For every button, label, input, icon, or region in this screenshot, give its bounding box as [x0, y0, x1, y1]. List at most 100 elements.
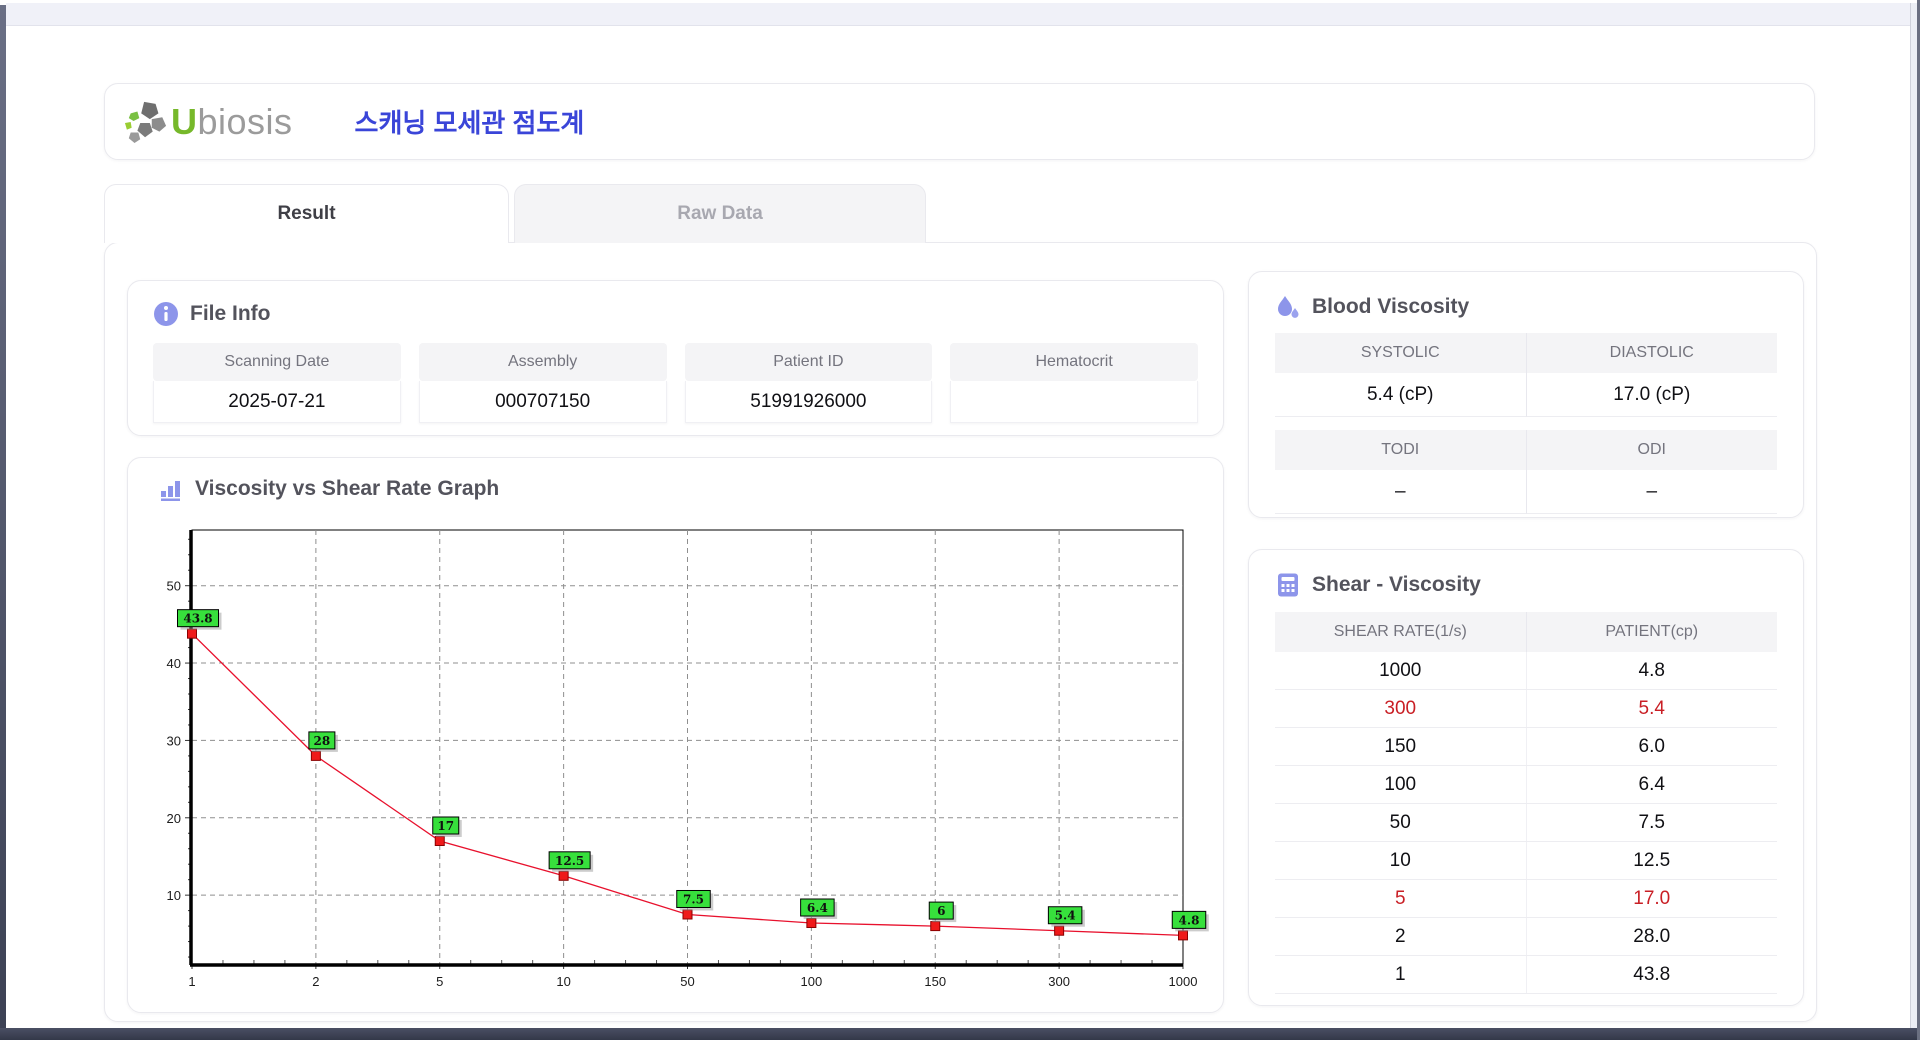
blood-viscosity-value-cell: 17.0 (cP) — [1526, 373, 1778, 417]
blood-viscosity-value-cell: – — [1526, 470, 1778, 514]
window-bottom-edge — [0, 1028, 1920, 1040]
graph-title: Viscosity vs Shear Rate Graph — [195, 477, 499, 501]
app-header: Ubiosis 스캐닝 모세관 점도계 — [104, 83, 1815, 160]
shear-rate-cell: 150 — [1275, 728, 1526, 765]
y-tick-label: 30 — [167, 733, 181, 748]
table-row: 507.5 — [1275, 804, 1777, 842]
file-info-fields: Scanning Date2025-07-21 Assembly000707150… — [153, 343, 1198, 423]
ubiosis-logo-text: Ubiosis — [171, 101, 293, 143]
data-point-marker — [559, 871, 568, 880]
bar-chart-icon — [158, 476, 184, 502]
shear-rate-cell: 5 — [1275, 880, 1526, 917]
shear-rate-cell: 100 — [1275, 766, 1526, 803]
shear-rate-cell: 300 — [1275, 690, 1526, 727]
file-info-field-label: Assembly — [419, 343, 667, 381]
table-row: 143.8 — [1275, 956, 1777, 994]
patient-viscosity-cell: 6.0 — [1526, 728, 1778, 765]
tab-result[interactable]: Result — [104, 184, 509, 243]
x-tick-label: 150 — [924, 974, 946, 989]
patient-column-header: PATIENT(cp) — [1526, 612, 1778, 652]
shear-rate-column-header: SHEAR RATE(1/s) — [1275, 612, 1526, 652]
blood-viscosity-header-row: TODIODI — [1275, 430, 1777, 470]
ubiosis-logo: Ubiosis — [123, 100, 293, 144]
patient-viscosity-cell: 6.4 — [1526, 766, 1778, 803]
table-row: 228.0 — [1275, 918, 1777, 956]
blood-drop-icon — [1275, 294, 1301, 320]
y-tick-label: 40 — [167, 656, 181, 671]
data-point-marker — [1055, 926, 1064, 935]
patient-viscosity-cell: 7.5 — [1526, 804, 1778, 841]
data-point-marker — [931, 922, 940, 931]
file-info-field-value: 51991926000 — [685, 381, 933, 423]
shear-table-header: SHEAR RATE(1/s) PATIENT(cp) — [1275, 612, 1777, 652]
table-row: 1006.4 — [1275, 766, 1777, 804]
y-tick-label: 20 — [167, 811, 181, 826]
point-label-text: 28 — [314, 734, 331, 748]
blood-viscosity-header-cell: SYSTOLIC — [1275, 333, 1526, 373]
blood-viscosity-header-cell: DIASTOLIC — [1526, 333, 1778, 373]
shear-viscosity-title: Shear - Viscosity — [1312, 573, 1481, 597]
blood-viscosity-group: TODIODI–– — [1275, 430, 1777, 514]
data-point-marker — [188, 629, 197, 638]
blood-viscosity-header-cell: TODI — [1275, 430, 1526, 470]
shear-viscosity-card: Shear - Viscosity SHEAR RATE(1/s) PATIEN… — [1248, 549, 1804, 1006]
shear-rate-cell: 50 — [1275, 804, 1526, 841]
point-label-text: 5.4 — [1055, 909, 1076, 923]
blood-viscosity-value-cell: 5.4 (cP) — [1275, 373, 1526, 417]
info-icon — [153, 301, 179, 327]
data-point-marker — [683, 910, 692, 919]
blood-viscosity-value-row: 5.4 (cP)17.0 (cP) — [1275, 373, 1777, 417]
patient-viscosity-cell: 28.0 — [1526, 918, 1778, 955]
data-point-marker — [1179, 931, 1188, 940]
x-tick-label: 300 — [1048, 974, 1070, 989]
shear-rate-cell: 1000 — [1275, 652, 1526, 689]
file-info-field: Patient ID51991926000 — [685, 343, 933, 423]
blood-viscosity-table: SYSTOLICDIASTOLIC5.4 (cP)17.0 (cP) TODIOD… — [1275, 333, 1777, 514]
file-info-title: File Info — [190, 302, 271, 326]
window-titlebar — [6, 3, 1910, 26]
point-label-text: 7.5 — [683, 892, 704, 906]
patient-viscosity-cell: 43.8 — [1526, 956, 1778, 993]
file-info-field-label: Scanning Date — [153, 343, 401, 381]
table-row: 517.0 — [1275, 880, 1777, 918]
point-label-text: 6 — [937, 904, 945, 918]
blood-viscosity-group: SYSTOLICDIASTOLIC5.4 (cP)17.0 (cP) — [1275, 333, 1777, 417]
point-label-text: 17 — [437, 819, 454, 833]
table-row: 3005.4 — [1275, 690, 1777, 728]
x-tick-label: 10 — [556, 974, 570, 989]
y-tick-label: 10 — [167, 888, 181, 903]
blood-viscosity-title: Blood Viscosity — [1312, 295, 1469, 319]
blood-viscosity-value-cell: – — [1275, 470, 1526, 514]
tab-raw-data[interactable]: Raw Data — [514, 184, 926, 243]
data-point-marker — [311, 751, 320, 760]
x-tick-label: 1 — [188, 974, 195, 989]
data-point-marker — [807, 918, 816, 927]
blood-viscosity-value-row: –– — [1275, 470, 1777, 514]
point-label-text: 43.8 — [183, 612, 212, 626]
file-info-field-value — [950, 381, 1198, 423]
file-info-field-value: 000707150 — [419, 381, 667, 423]
file-info-field-label: Patient ID — [685, 343, 933, 381]
table-row: 10004.8 — [1275, 652, 1777, 690]
blood-viscosity-card: Blood Viscosity SYSTOLICDIASTOLIC5.4 (cP… — [1248, 271, 1804, 518]
x-tick-label: 5 — [436, 974, 443, 989]
file-info-field: Scanning Date2025-07-21 — [153, 343, 401, 423]
window-left-edge — [0, 5, 6, 1030]
file-info-card: File Info Scanning Date2025-07-21 Assembl… — [127, 280, 1224, 436]
x-tick-label: 2 — [312, 974, 319, 989]
file-info-field-label: Hematocrit — [950, 343, 1198, 381]
page-title: 스캐닝 모세관 점도계 — [355, 103, 585, 140]
file-info-field: Hematocrit — [950, 343, 1198, 423]
x-tick-label: 100 — [801, 974, 823, 989]
table-row: 1012.5 — [1275, 842, 1777, 880]
file-info-field-value: 2025-07-21 — [153, 381, 401, 423]
patient-viscosity-cell: 5.4 — [1526, 690, 1778, 727]
shear-rate-cell: 10 — [1275, 842, 1526, 879]
point-label-text: 12.5 — [555, 854, 584, 868]
patient-viscosity-cell: 12.5 — [1526, 842, 1778, 879]
x-tick-label: 1000 — [1169, 974, 1198, 989]
shear-rate-cell: 1 — [1275, 956, 1526, 993]
point-label-text: 6.4 — [807, 901, 828, 915]
data-point-marker — [435, 836, 444, 845]
x-tick-label: 50 — [680, 974, 694, 989]
